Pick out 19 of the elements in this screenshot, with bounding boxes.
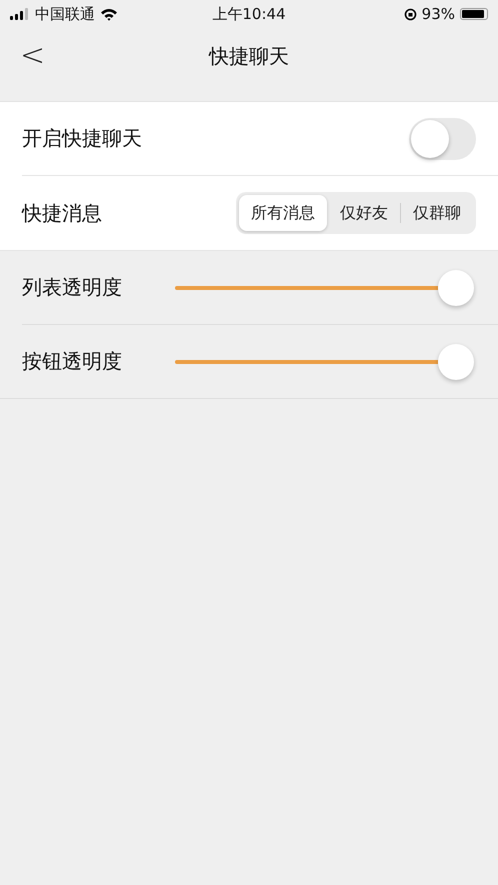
slider-label: 按钮透明度 (22, 348, 122, 375)
carrier-name: 中国联通 (35, 4, 95, 24)
status-time: 上午10:44 (212, 4, 286, 24)
battery-icon (460, 8, 488, 20)
slider-thumb[interactable] (438, 270, 474, 306)
slider-label: 列表透明度 (22, 274, 122, 301)
back-button[interactable]: < (14, 41, 52, 71)
segment-option[interactable]: 仅群聊 (401, 195, 473, 231)
signal-icon (10, 8, 30, 20)
slider-thumb[interactable] (438, 344, 474, 380)
wifi-icon (100, 8, 118, 20)
segment-option[interactable]: 仅好友 (328, 195, 400, 231)
toggle-switch[interactable] (409, 118, 476, 160)
setting-label: 快捷消息 (22, 200, 102, 226)
battery-percent: 93% (422, 5, 455, 23)
segment-option[interactable]: 所有消息 (239, 195, 327, 231)
rotation-lock-icon (404, 8, 417, 20)
setting-label: 开启快捷聊天 (22, 125, 142, 152)
page-title: 快捷聊天 (209, 42, 289, 70)
